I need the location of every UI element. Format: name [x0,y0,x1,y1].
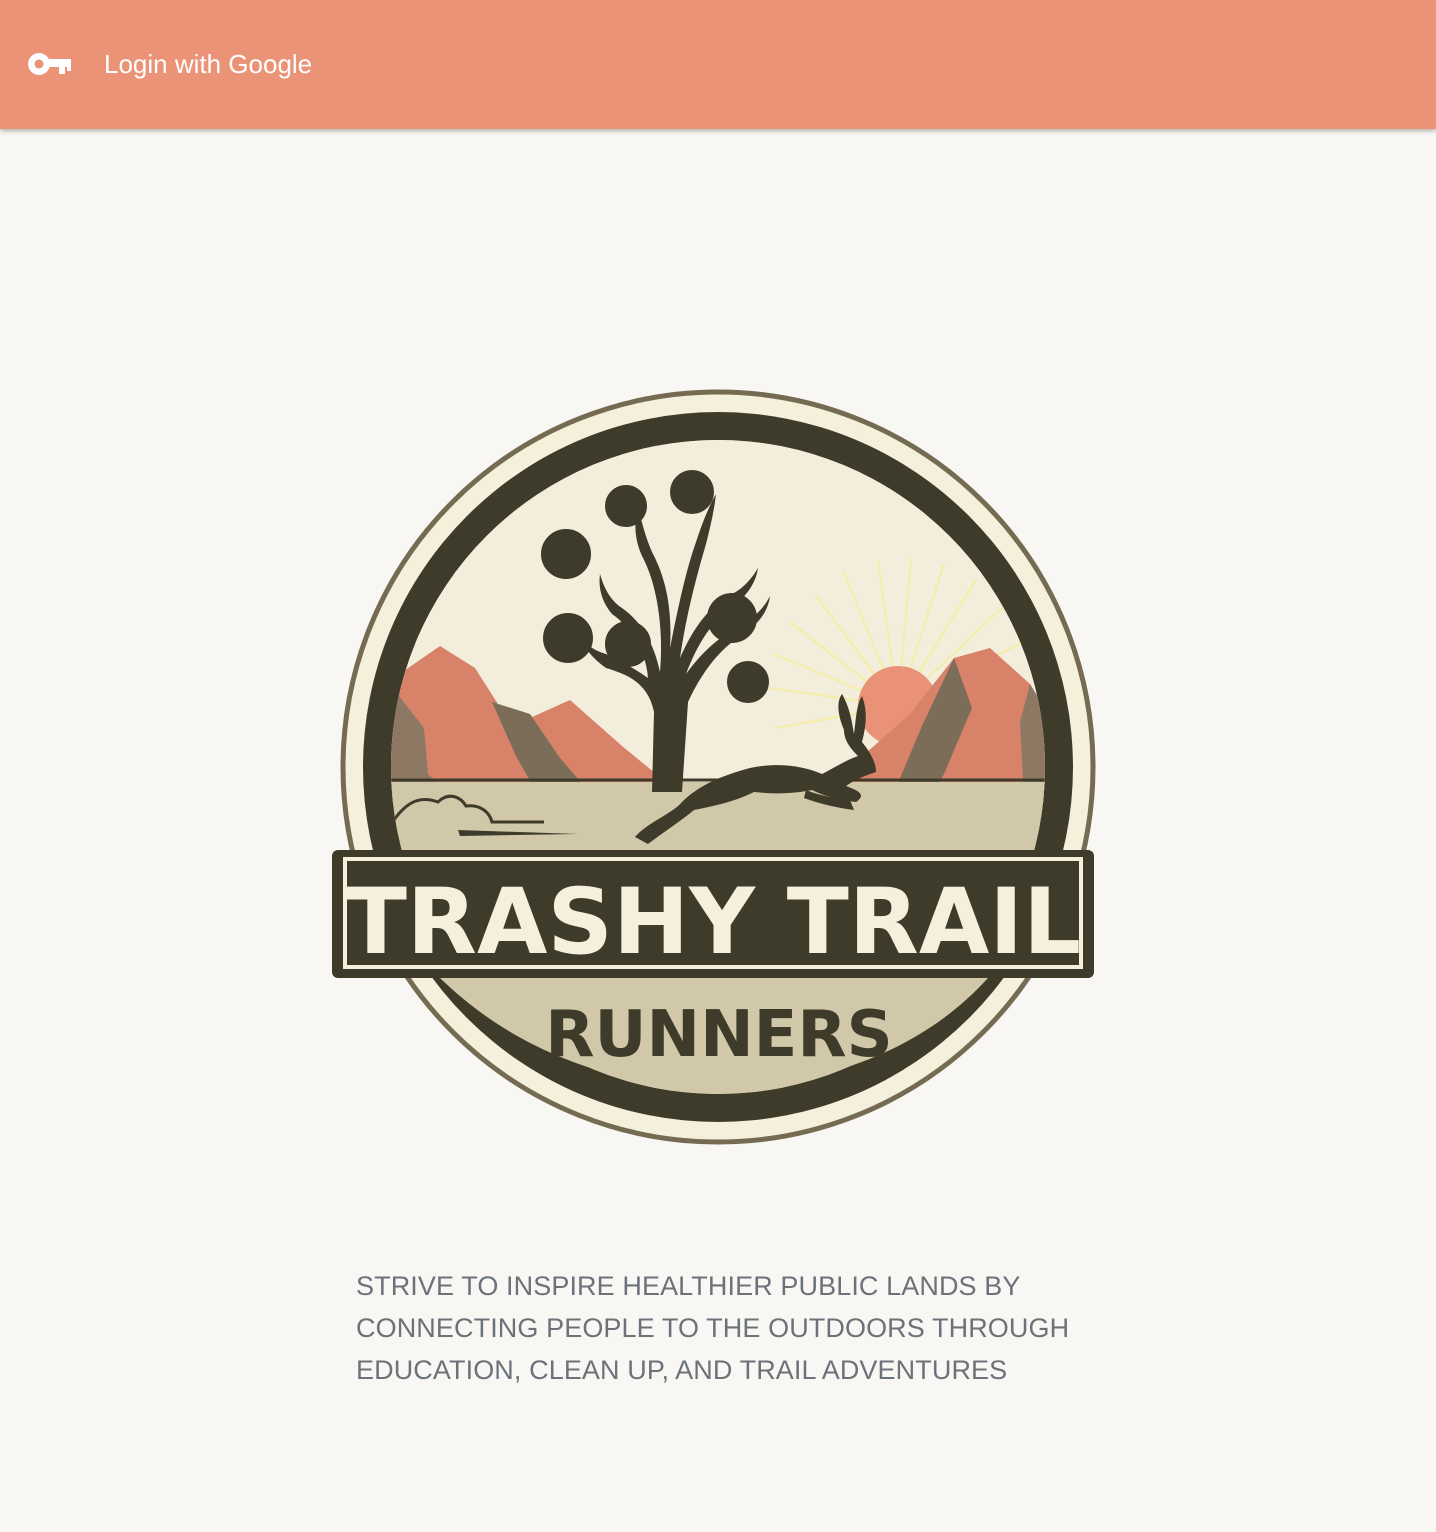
mission-statement: STRIVE TO INSPIRE HEALTHIER PUBLIC LANDS… [356,1265,1116,1391]
logo-illustration: TRASHY TRAIL RUNNERS [332,389,1096,1145]
trashy-trail-runners-logo: TRASHY TRAIL RUNNERS [330,382,1098,1154]
landing-page: Login with Google TRASHY TRAIL RUNNERS S… [0,0,1436,1532]
mission-line: STRIVE TO INSPIRE HEALTHIER PUBLIC LANDS… [356,1271,1021,1301]
login-with-google-button[interactable]: Login with Google [14,36,344,92]
login-label: Login with Google [104,49,313,79]
top-app-bar: Login with Google [0,0,1436,129]
key-icon [27,50,73,78]
logo-title: TRASHY TRAIL [345,870,1081,975]
mission-line: EDUCATION, CLEAN UP, AND TRAIL ADVENTURE… [356,1355,1008,1385]
mission-line: CONNECTING PEOPLE TO THE OUTDOORS THROUG… [356,1313,1070,1343]
logo-subtitle: RUNNERS [545,998,892,1072]
